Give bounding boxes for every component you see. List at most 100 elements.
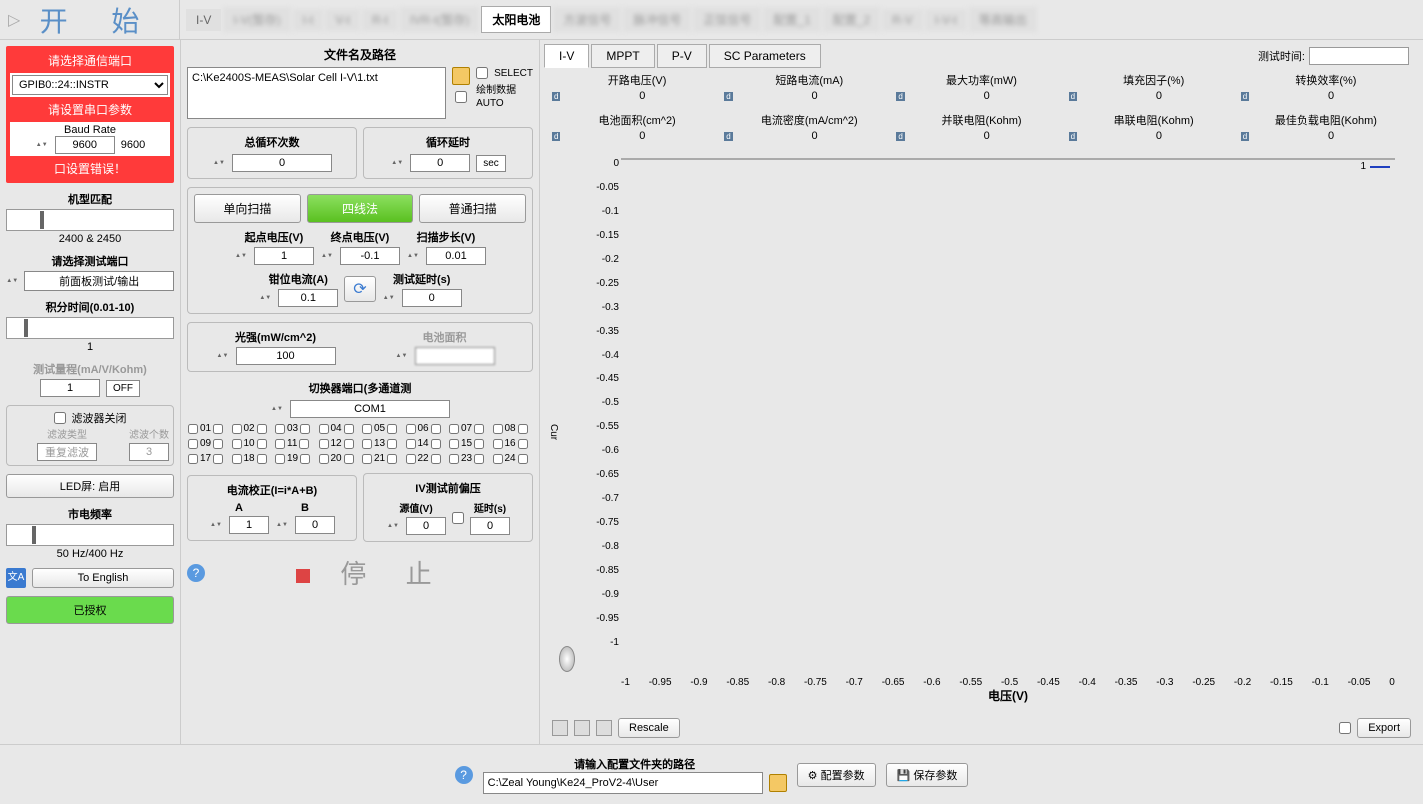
- channel-checkbox[interactable]: [493, 454, 503, 464]
- scan-normal-button[interactable]: 普通扫描: [419, 194, 526, 223]
- step-input[interactable]: [426, 247, 486, 265]
- top-tab[interactable]: 正弦信号: [693, 7, 761, 32]
- top-tab[interactable]: V-t: [325, 9, 360, 31]
- channel-checkbox[interactable]: [362, 439, 372, 449]
- save-params-button[interactable]: 💾 保存参数: [886, 763, 969, 787]
- spinner-icon[interactable]: ▲▼: [390, 154, 404, 172]
- cursor-knob[interactable]: [559, 646, 575, 672]
- top-tab[interactable]: 方波信号: [553, 7, 621, 32]
- test-delay-input[interactable]: [402, 289, 462, 307]
- top-tab[interactable]: IVR-t(暂存): [400, 7, 479, 32]
- channel-checkbox[interactable]: [449, 424, 459, 434]
- channel-checkbox[interactable]: [362, 454, 372, 464]
- switcher-port-input[interactable]: [290, 400, 450, 418]
- comm-port-select[interactable]: GPIB0::24::INSTR: [12, 75, 168, 95]
- spinner-icon[interactable]: ▲▼: [6, 272, 18, 290]
- channel-checkbox-2[interactable]: [387, 424, 397, 434]
- channel-checkbox[interactable]: [406, 439, 416, 449]
- filter-type-input[interactable]: [37, 443, 97, 461]
- loop-delay-input[interactable]: [410, 154, 470, 172]
- sub-tab[interactable]: P-V: [657, 44, 707, 68]
- channel-checkbox-2[interactable]: [474, 424, 484, 434]
- channel-checkbox[interactable]: [319, 439, 329, 449]
- channel-checkbox-2[interactable]: [257, 454, 267, 464]
- channel-checkbox-2[interactable]: [344, 454, 354, 464]
- channel-checkbox-2[interactable]: [213, 454, 223, 464]
- top-tab[interactable]: 配置_1: [763, 7, 820, 32]
- spinner-icon[interactable]: ▲▼: [234, 247, 248, 265]
- spinner-icon[interactable]: ▲▼: [212, 154, 226, 172]
- top-tab[interactable]: 脉冲信号: [623, 7, 691, 32]
- chart-tool-pan-icon[interactable]: [596, 720, 612, 736]
- channel-checkbox-2[interactable]: [344, 424, 354, 434]
- cell-area-input[interactable]: [415, 347, 495, 365]
- top-tab[interactable]: R-V: [882, 9, 923, 31]
- spinner-icon[interactable]: ▲▼: [275, 516, 289, 534]
- chart-tool-zoom-icon[interactable]: [574, 720, 590, 736]
- sub-tab[interactable]: MPPT: [591, 44, 654, 68]
- channel-checkbox[interactable]: [449, 439, 459, 449]
- channel-checkbox[interactable]: [493, 439, 503, 449]
- spinner-icon[interactable]: ▲▼: [320, 247, 334, 265]
- refresh-button[interactable]: ⟳: [344, 276, 375, 302]
- corr-b-input[interactable]: [295, 516, 335, 534]
- chart-tool-crosshair-icon[interactable]: [552, 720, 568, 736]
- folder-icon[interactable]: [452, 67, 470, 85]
- channel-checkbox[interactable]: [232, 439, 242, 449]
- channel-checkbox-2[interactable]: [387, 454, 397, 464]
- channel-checkbox-2[interactable]: [213, 439, 223, 449]
- language-button[interactable]: To English: [32, 568, 174, 588]
- channel-checkbox[interactable]: [319, 424, 329, 434]
- channel-checkbox-2[interactable]: [257, 424, 267, 434]
- channel-checkbox-2[interactable]: [474, 439, 484, 449]
- start-v-input[interactable]: [254, 247, 314, 265]
- top-tab[interactable]: I-V(暂存): [223, 7, 290, 32]
- end-v-input[interactable]: [340, 247, 400, 265]
- spinner-icon[interactable]: ▲▼: [270, 400, 284, 418]
- spinner-icon[interactable]: ▲▼: [395, 347, 409, 365]
- file-path-box[interactable]: C:\Ke2400S-MEAS\Solar Cell I-V\1.txt: [187, 67, 446, 119]
- scan-single-button[interactable]: 单向扫描: [194, 194, 301, 223]
- channel-checkbox-2[interactable]: [299, 439, 309, 449]
- led-button[interactable]: LED屏: 启用: [6, 474, 174, 498]
- top-tab[interactable]: I-t: [293, 9, 324, 31]
- filter-count-input[interactable]: [129, 443, 169, 461]
- channel-checkbox-2[interactable]: [300, 424, 310, 434]
- channel-checkbox[interactable]: [275, 454, 285, 464]
- info-icon[interactable]: ?: [455, 766, 473, 784]
- integ-slider[interactable]: [6, 317, 174, 339]
- range-input[interactable]: [40, 379, 100, 397]
- channel-checkbox-2[interactable]: [213, 424, 223, 434]
- channel-checkbox[interactable]: [232, 424, 242, 434]
- spinner-icon[interactable]: ▲▼: [258, 289, 272, 307]
- stop-button[interactable]: 停 止: [211, 550, 533, 595]
- channel-checkbox[interactable]: [188, 424, 198, 434]
- channel-checkbox[interactable]: [275, 424, 285, 434]
- spinner-icon[interactable]: ▲▼: [216, 347, 230, 365]
- start-button[interactable]: 开 始: [0, 0, 180, 40]
- top-tab[interactable]: R-t: [362, 9, 398, 31]
- channel-checkbox-2[interactable]: [431, 454, 441, 464]
- auto-checkbox[interactable]: [455, 91, 467, 103]
- folder-icon[interactable]: [769, 774, 787, 792]
- config-path-input[interactable]: [483, 772, 763, 794]
- spinner-icon[interactable]: ▲▼: [406, 247, 420, 265]
- channel-checkbox-2[interactable]: [387, 439, 397, 449]
- export-checkbox[interactable]: [1339, 722, 1351, 734]
- channel-checkbox[interactable]: [188, 454, 198, 464]
- channel-checkbox[interactable]: [275, 439, 285, 449]
- export-button[interactable]: Export: [1357, 718, 1411, 738]
- spinner-icon[interactable]: ▲▼: [35, 136, 49, 154]
- channel-checkbox[interactable]: [362, 424, 372, 434]
- rescale-button[interactable]: Rescale: [618, 718, 680, 738]
- sub-tab[interactable]: SC Parameters: [709, 44, 821, 68]
- baud-input[interactable]: [55, 136, 115, 154]
- channel-checkbox[interactable]: [406, 424, 416, 434]
- test-time-input[interactable]: [1309, 47, 1409, 65]
- scan-4wire-button[interactable]: 四线法: [307, 194, 414, 223]
- range-off-switch[interactable]: OFF: [106, 380, 140, 397]
- channel-checkbox[interactable]: [188, 439, 198, 449]
- channel-checkbox-2[interactable]: [518, 439, 528, 449]
- top-tab[interactable]: 等高输出: [969, 7, 1037, 32]
- channel-checkbox-2[interactable]: [518, 454, 528, 464]
